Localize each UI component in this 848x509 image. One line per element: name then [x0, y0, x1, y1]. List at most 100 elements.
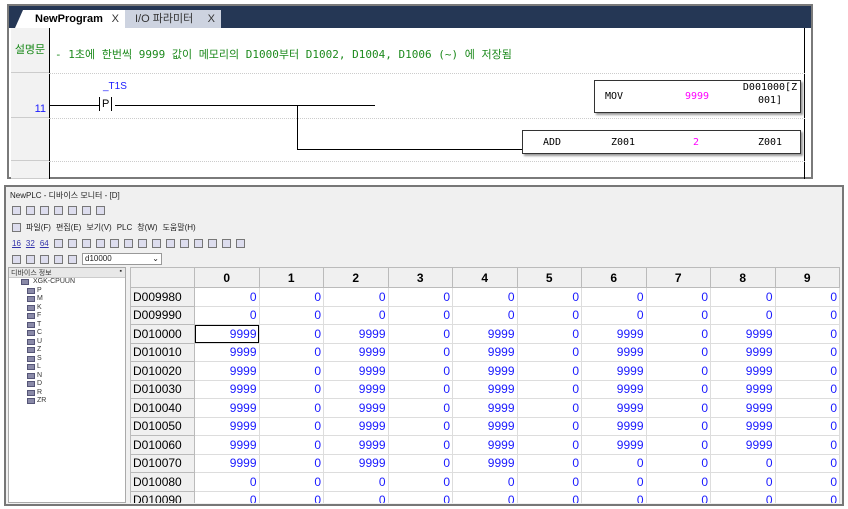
value-cell[interactable]: 0: [774, 490, 840, 503]
rising-edge-contact[interactable]: P: [99, 97, 113, 111]
value-cell[interactable]: 9999: [452, 342, 518, 362]
value-cell[interactable]: 9999: [194, 342, 260, 362]
value-cell[interactable]: 0: [645, 398, 711, 418]
value-cell[interactable]: 9999: [194, 324, 260, 344]
value-cell[interactable]: 0: [516, 435, 582, 455]
value-cell[interactable]: 0: [774, 287, 840, 307]
value-cell[interactable]: 0: [194, 472, 260, 492]
value-cell[interactable]: 0: [645, 361, 711, 381]
layout-icon[interactable]: [40, 254, 49, 264]
value-cell[interactable]: 9999: [581, 361, 647, 381]
value-cell[interactable]: 0: [516, 472, 582, 492]
open-icon[interactable]: [12, 205, 21, 215]
value-cell[interactable]: 9999: [323, 379, 389, 399]
value-cell[interactable]: 9999: [710, 324, 776, 344]
tree-item[interactable]: S: [9, 355, 125, 364]
value-cell[interactable]: 9999: [710, 398, 776, 418]
value-cell[interactable]: 9999: [452, 398, 518, 418]
value-cell[interactable]: 0: [774, 324, 840, 344]
value-cell[interactable]: 0: [774, 472, 840, 492]
value-cell[interactable]: 0: [645, 416, 711, 436]
value-cell[interactable]: 9999: [323, 342, 389, 362]
value-cell[interactable]: 0: [710, 305, 776, 325]
value-cell[interactable]: 9999: [452, 435, 518, 455]
value-cell[interactable]: 0: [645, 472, 711, 492]
print-icon[interactable]: [82, 205, 91, 215]
value-cell[interactable]: 9999: [710, 361, 776, 381]
value-cell[interactable]: 0: [645, 287, 711, 307]
value-cell[interactable]: 9999: [452, 416, 518, 436]
add-instruction[interactable]: ADD Z001 2 Z001: [522, 130, 801, 154]
columns-icon[interactable]: [68, 254, 77, 264]
tree-item[interactable]: N: [9, 372, 125, 381]
value-cell[interactable]: 9999: [323, 416, 389, 436]
value-cell[interactable]: 0: [645, 324, 711, 344]
value-cell[interactable]: 0: [645, 453, 711, 473]
value-cell[interactable]: 9999: [710, 342, 776, 362]
value-cell[interactable]: 0: [387, 305, 453, 325]
toolbar-icon[interactable]: [109, 238, 119, 248]
layout-icon[interactable]: [54, 254, 63, 264]
value-cell[interactable]: 0: [645, 342, 711, 362]
tree-item[interactable]: U: [9, 338, 125, 347]
value-cell[interactable]: 9999: [452, 379, 518, 399]
tree-item[interactable]: T: [9, 321, 125, 330]
tab-newprogram[interactable]: NewProgram X: [15, 10, 125, 28]
value-cell[interactable]: 0: [387, 472, 453, 492]
menu-item[interactable]: 편집(E): [56, 222, 81, 233]
value-cell[interactable]: 0: [387, 435, 453, 455]
close-icon[interactable]: X: [208, 10, 215, 28]
value-cell[interactable]: 0: [581, 287, 647, 307]
value-cell[interactable]: 0: [258, 398, 324, 418]
value-cell[interactable]: 9999: [581, 416, 647, 436]
value-cell[interactable]: 0: [194, 287, 260, 307]
value-cell[interactable]: 9999: [323, 361, 389, 381]
value-cell[interactable]: 9999: [194, 361, 260, 381]
tree-item[interactable]: P: [9, 287, 125, 296]
toolbar-icon[interactable]: [53, 238, 63, 248]
tree-item[interactable]: K: [9, 304, 125, 313]
value-cell[interactable]: 0: [516, 361, 582, 381]
value-cell[interactable]: 9999: [323, 398, 389, 418]
tree-item[interactable]: L: [9, 363, 125, 372]
value-cell[interactable]: 0: [258, 342, 324, 362]
help-icon[interactable]: [96, 205, 105, 215]
value-cell[interactable]: 9999: [581, 379, 647, 399]
value-cell[interactable]: 0: [258, 379, 324, 399]
value-cell[interactable]: 0: [452, 305, 518, 325]
value-cell[interactable]: 0: [516, 398, 582, 418]
value-cell[interactable]: 0: [774, 305, 840, 325]
value-cell[interactable]: 0: [194, 490, 260, 503]
mov-instruction[interactable]: MOV 9999 D001000[Z 001]: [594, 80, 801, 113]
menu-item[interactable]: 파일(F): [26, 222, 51, 233]
value-cell[interactable]: 0: [581, 453, 647, 473]
value-cell[interactable]: 9999: [323, 435, 389, 455]
value-cell[interactable]: 0: [581, 305, 647, 325]
value-cell[interactable]: 0: [516, 416, 582, 436]
value-cell[interactable]: 0: [516, 324, 582, 344]
value-cell[interactable]: 0: [258, 324, 324, 344]
value-cell[interactable]: 9999: [194, 398, 260, 418]
value-cell[interactable]: 0: [258, 287, 324, 307]
cut-icon[interactable]: [40, 205, 49, 215]
value-cell[interactable]: 0: [710, 287, 776, 307]
value-cell[interactable]: 9999: [581, 435, 647, 455]
value-cell[interactable]: 0: [387, 324, 453, 344]
value-cell[interactable]: 0: [258, 416, 324, 436]
value-cell[interactable]: 0: [516, 379, 582, 399]
value-cell[interactable]: 9999: [710, 435, 776, 455]
value-cell[interactable]: 0: [774, 416, 840, 436]
value-cell[interactable]: 9999: [194, 453, 260, 473]
value-cell[interactable]: 0: [258, 305, 324, 325]
value-cell[interactable]: 0: [258, 472, 324, 492]
menu-item[interactable]: 창(W): [137, 222, 157, 233]
toolbar-icon[interactable]: [193, 238, 203, 248]
value-cell[interactable]: 0: [710, 490, 776, 503]
save-icon[interactable]: [26, 205, 35, 215]
value-cell[interactable]: 0: [774, 342, 840, 362]
value-cell[interactable]: 0: [323, 472, 389, 492]
tree-item[interactable]: D: [9, 380, 125, 389]
toolbar-icon[interactable]: [165, 238, 175, 248]
tree-root[interactable]: XGK-CPUUN: [9, 278, 125, 287]
value-cell[interactable]: 0: [452, 490, 518, 503]
